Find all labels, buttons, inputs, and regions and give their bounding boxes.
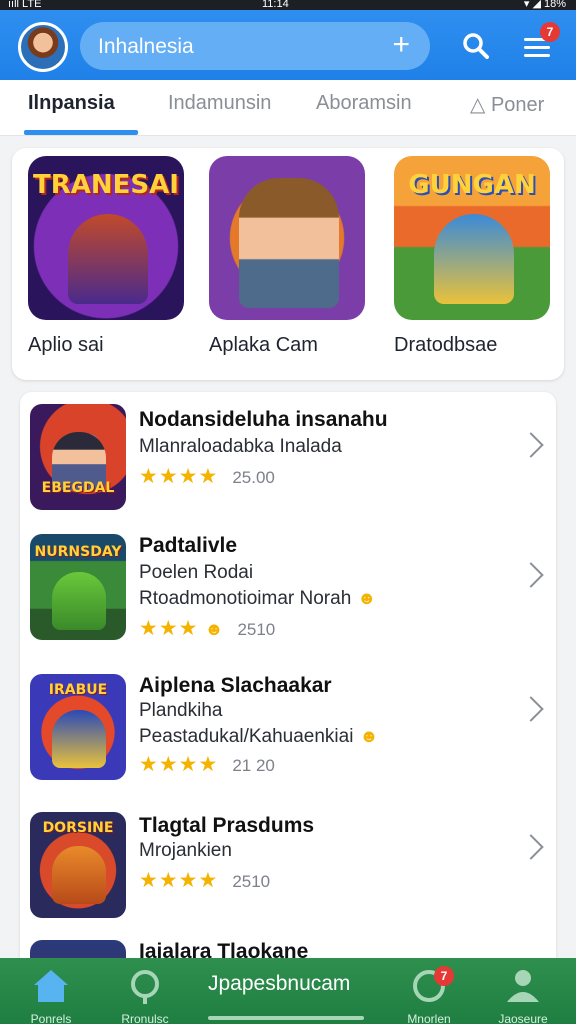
featured-art-text: GUNGAN [408,170,536,200]
battery-status: ▾ ◢ 18% [523,0,566,10]
tab-aboramsin[interactable]: Aboramsin [316,92,412,115]
rating-value: 21 20 [232,756,275,775]
chevron-right-icon[interactable] [518,834,544,860]
nav-discover[interactable]: Rronulsc [100,966,190,1024]
featured-card[interactable]: Aplaka Cam [209,156,369,357]
app-title: Aiplena Slachaakar [139,674,332,697]
nav-profile[interactable]: Jaoseure [478,966,568,1024]
featured-game-image [209,156,365,320]
rating-value: 2510 [232,872,271,891]
search-icon[interactable] [462,32,490,60]
smile-icon: ☻ [359,726,379,746]
app-description: Rtoadmonotioimar Norah ☻ [139,588,376,610]
signal-status: ııll LTE [8,0,42,10]
avatar[interactable] [18,22,68,72]
app-icon-text: DORSINE [42,820,114,836]
app-description-text: Rtoadmonotioimar Norah [139,588,352,609]
rating-value: 25.00 [232,468,275,487]
nav-home-label: Ponrels [30,1012,72,1024]
app-description-text: Peastadukal/Kahuaenkiai [139,726,354,747]
top-app-bar: Inhalnesia + 7 [0,10,576,80]
star-icons: ★★★ [139,617,199,640]
smile-icon: ☻ [357,588,377,608]
app-title: Nodansideluha insanahu [139,408,388,431]
smile-icon: ☻ [204,619,224,639]
rating-value: 2510 [237,620,276,639]
list-item[interactable]: IRABUE Aiplena Slachaakar Plandkiha Peas… [20,674,556,792]
search-input[interactable]: Inhalnesia [98,35,194,59]
star-icons: ★★★★ [139,753,219,776]
chevron-right-icon[interactable] [518,432,544,458]
nav-discover-label: Rronulsc [121,1012,169,1024]
nav-center-indicator [208,1016,364,1020]
nav-updates[interactable]: 7 Mnorlen [384,966,474,1024]
app-rating: ★★★★ 21 20 [139,752,275,776]
app-title: Tlagtal Prasdums [139,814,315,837]
app-subtitle: Poelen Rodai [139,562,254,583]
nav-updates-label: Mnorlen [407,1012,451,1024]
featured-label: Aplio sai [28,334,104,356]
app-icon-text: IRABUE [48,682,108,698]
app-list: EBEGDAL Nodansideluha insanahu Mlanraloa… [20,392,556,972]
app-subtitle: Mrojankien [139,840,232,861]
app-icon-text: NURNSDAY [34,544,122,560]
chevron-right-icon[interactable] [518,562,544,588]
nav-center-label[interactable]: Jpapesbnucam [208,972,350,996]
list-item[interactable]: EBEGDAL Nodansideluha insanahu Mlanraloa… [20,404,556,514]
app-icon: IRABUE [30,674,126,780]
tab-ilnpansia[interactable]: Ilnpansia [28,92,115,115]
nav-home[interactable]: Ponrels [6,966,96,1024]
search-bar[interactable]: Inhalnesia + [80,22,430,70]
app-rating: ★★★★ 25.00 [139,464,275,488]
app-description: Peastadukal/Kahuaenkiai ☻ [139,726,378,748]
active-tab-indicator [24,130,138,135]
featured-label: Dratodbsae [394,334,498,356]
add-icon[interactable]: + [392,30,410,60]
featured-label: Aplaka Cam [209,334,318,356]
list-item[interactable]: DORSINE Tlagtal Prasdums Mrojankien ★★★★… [20,812,556,920]
app-rating: ★★★ ☻ 2510 [139,616,276,640]
star-icons: ★★★★ [139,869,219,892]
updates-badge: 7 [434,966,454,986]
notification-badge: 7 [540,22,560,42]
tab-poner[interactable]: △ Poner [470,92,544,117]
app-subtitle: Mlanraloadabka Inalada [139,436,342,457]
app-icon-text: EBEGDAL [41,480,115,496]
tab-indamunsin[interactable]: Indamunsin [168,92,271,115]
menu-icon[interactable]: 7 [524,22,560,62]
app-icon: DORSINE [30,812,126,918]
app-icon: EBEGDAL [30,404,126,510]
featured-card[interactable]: TRANESAI Aplio sai [28,156,188,357]
app-subtitle: Plandkiha [139,700,223,721]
triangle-icon: △ [470,94,491,116]
star-icons: ★★★★ [139,465,219,488]
discover-icon [131,970,159,1004]
tab-poner-label: Poner [490,94,545,116]
list-item[interactable]: NURNSDAY Padtalivle Poelen Rodai Rtoadmo… [20,534,556,652]
updates-icon [413,970,445,1002]
profile-icon [507,970,539,1002]
chevron-right-icon[interactable] [518,696,544,722]
status-bar: ııll LTE 11:14 ▾ ◢ 18% [0,0,576,10]
home-icon [34,970,68,1002]
app-rating: ★★★★ 2510 [139,868,271,892]
tab-bar: Ilnpansia Indamunsin Aboramsin △ Poner [0,80,576,136]
featured-game-image: GUNGAN [394,156,550,320]
featured-game-image: TRANESAI [28,156,184,320]
clock: 11:14 [262,0,289,10]
nav-profile-label: Jaoseure [498,1012,548,1024]
featured-card[interactable]: GUNGAN Dratodbsae [394,156,554,357]
app-title: Padtalivle [139,534,238,557]
featured-carousel: TRANESAI Aplio sai Aplaka Cam GUNGAN Dra… [12,148,564,380]
featured-art-text: TRANESAI [33,170,179,200]
bottom-navigation: Ponrels Rronulsc Jpapesbnucam 7 Mnorlen … [0,958,576,1024]
app-icon: NURNSDAY [30,534,126,640]
